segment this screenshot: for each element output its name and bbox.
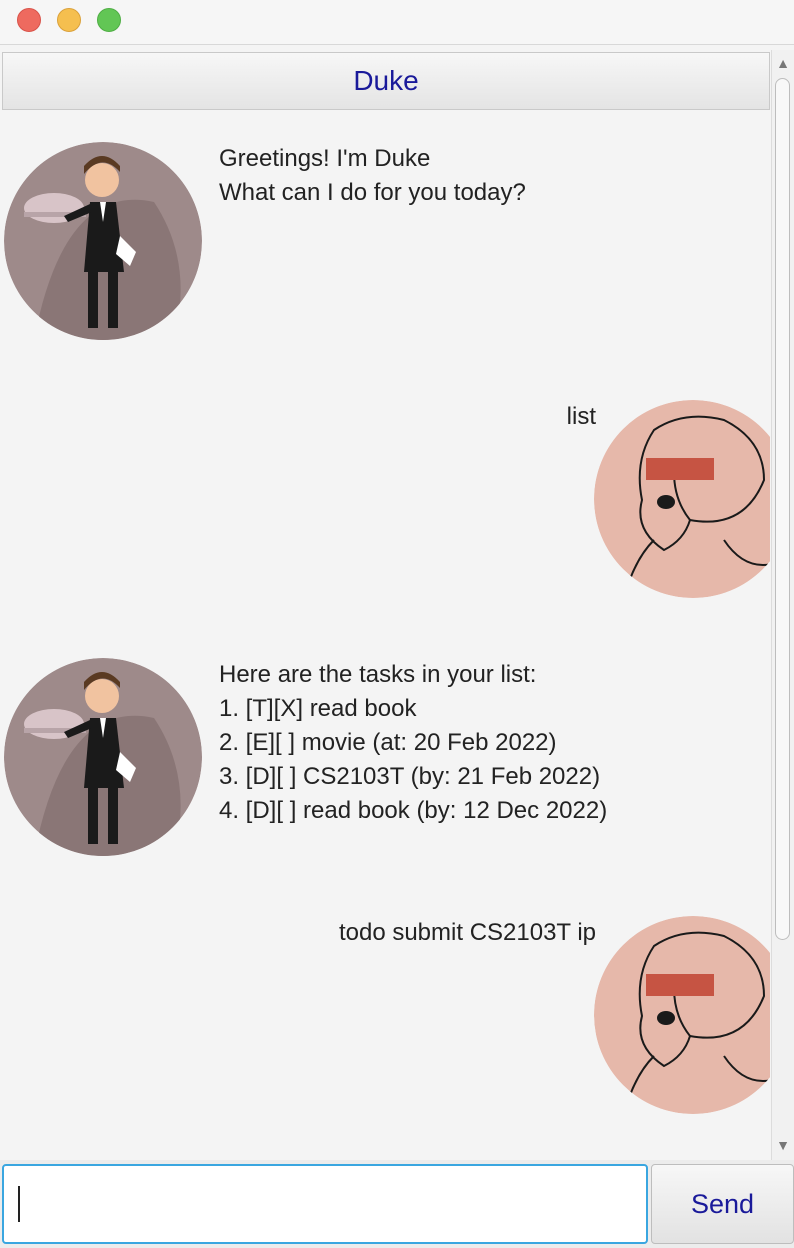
text-caret [18, 1186, 20, 1222]
window-titlebar [0, 0, 794, 45]
zoom-window-button[interactable] [97, 8, 121, 32]
woman-avatar-icon [594, 916, 770, 1114]
input-area: Send [0, 1160, 794, 1248]
minimize-window-button[interactable] [57, 8, 81, 32]
chevron-up-icon[interactable]: ▲ [772, 52, 794, 74]
app-title: Duke [2, 52, 770, 110]
duke-dialog: Greetings! I'm Duke What can I do for yo… [2, 110, 770, 350]
dialog-scroll-pane[interactable]: Greetings! I'm Duke What can I do for yo… [2, 110, 770, 1160]
butler-avatar-icon [4, 142, 202, 340]
user-message-text: todo submit CS2103T ip [338, 919, 596, 946]
close-window-button[interactable] [17, 8, 41, 32]
user-message-text: list [566, 403, 596, 430]
woman-avatar-icon [594, 400, 770, 598]
duke-message-text: Greetings! I'm Duke What can I do for yo… [219, 145, 526, 206]
duke-message-text: Here are the tasks in your list: 1. [T][… [219, 661, 608, 824]
butler-avatar-icon [4, 658, 202, 856]
user-dialog: list [2, 370, 770, 610]
scrollbar-thumb[interactable] [775, 78, 790, 940]
vertical-scrollbar[interactable]: ▲ ▼ [771, 50, 794, 1160]
message-input[interactable] [2, 1164, 648, 1244]
user-dialog: todo submit CS2103T ip [2, 886, 770, 1126]
chevron-down-icon[interactable]: ▼ [772, 1134, 794, 1156]
duke-dialog: Here are the tasks in your list: 1. [T][… [2, 626, 770, 866]
send-button[interactable]: Send [651, 1164, 794, 1244]
